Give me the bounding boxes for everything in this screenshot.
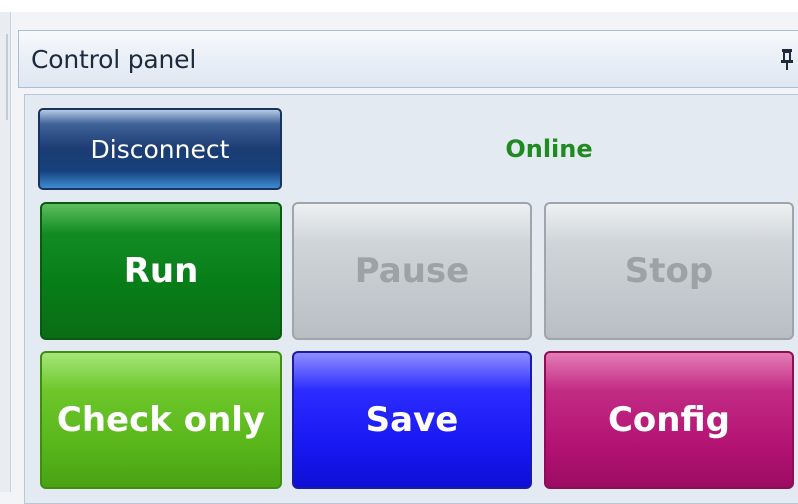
run-button[interactable]: Run <box>40 202 282 340</box>
save-button[interactable]: Save <box>292 351 532 489</box>
panel-title: Control panel <box>31 45 197 74</box>
pause-button[interactable]: Pause <box>292 202 532 340</box>
dock-splitter[interactable] <box>6 34 8 120</box>
pin-icon[interactable] <box>779 47 795 71</box>
window-top-edge <box>0 0 798 12</box>
config-button[interactable]: Config <box>544 351 794 489</box>
left-dock-strip <box>0 12 11 492</box>
check-only-button[interactable]: Check only <box>40 351 282 489</box>
connection-status: Online <box>505 135 593 163</box>
disconnect-button[interactable]: Disconnect <box>38 108 282 190</box>
stop-button[interactable]: Stop <box>544 202 794 340</box>
panel-header: Control panel <box>18 30 798 88</box>
